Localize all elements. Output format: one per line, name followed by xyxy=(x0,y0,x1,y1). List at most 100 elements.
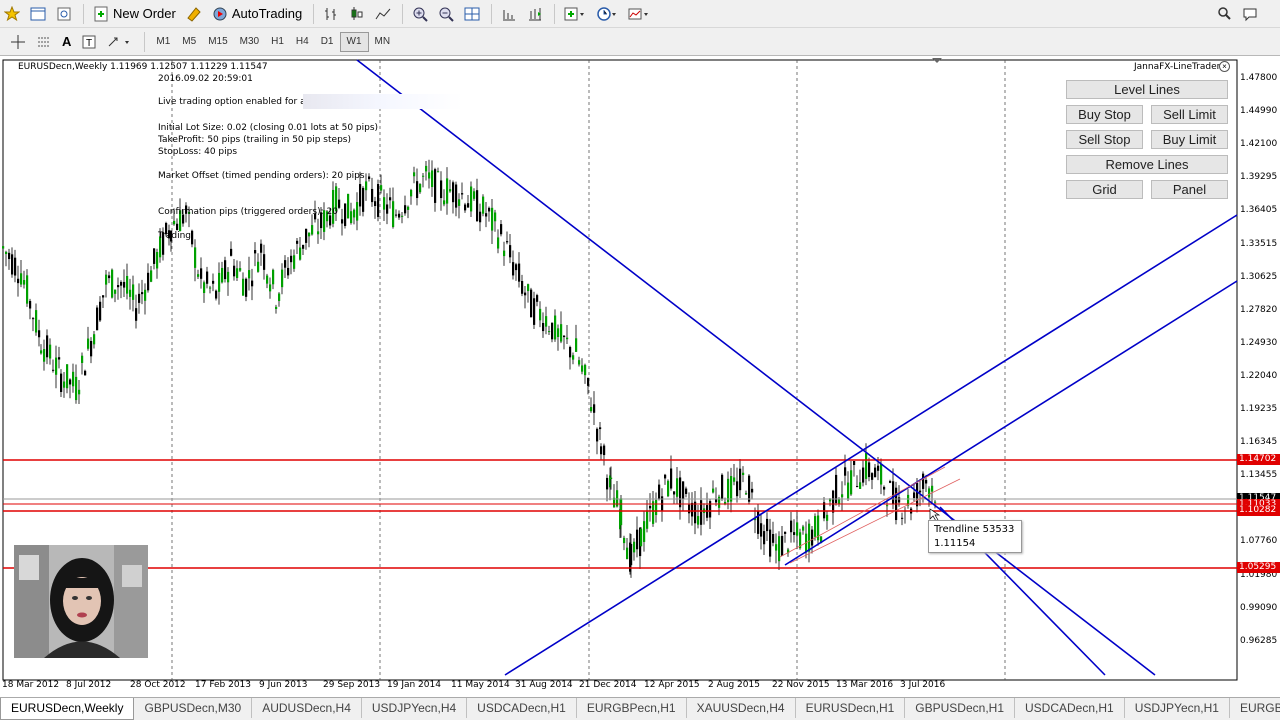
candle-body xyxy=(865,453,868,479)
candle-body xyxy=(434,169,437,203)
chart-symbol-info: EURUSDecn,Weekly 1.11969 1.12507 1.11229… xyxy=(18,62,268,72)
autoscroll-icon[interactable] xyxy=(523,2,547,26)
new-chart-icon[interactable] xyxy=(26,2,50,26)
chart-tab[interactable]: USDJPYecn,H1 xyxy=(1125,698,1230,718)
timeframe-list: M1 M5 M15 M30 H1 H4 D1 W1 MN xyxy=(150,31,397,52)
price-chart[interactable]: EURUSDecn,Weekly 1.11969 1.12507 1.11229… xyxy=(0,57,1280,697)
trendline-tooltip: Trendline 53533 1.11154 xyxy=(928,520,1022,553)
candle-body xyxy=(623,537,626,544)
candle-body xyxy=(353,209,356,218)
candle-body xyxy=(826,514,829,521)
zoom-in-icon[interactable] xyxy=(408,2,432,26)
indicators-icon[interactable] xyxy=(560,2,590,26)
time-tick-label: 2 Aug 2015 xyxy=(708,680,760,690)
candle-body xyxy=(49,344,52,359)
chart-tab[interactable]: EURUSDecn,H1 xyxy=(796,698,906,718)
candle-body xyxy=(757,510,760,534)
zoom-out-icon[interactable] xyxy=(434,2,458,26)
sell-limit-button[interactable]: Sell Limit xyxy=(1151,105,1228,124)
candle-body xyxy=(697,516,700,525)
timeframe-m1[interactable]: M1 xyxy=(150,32,176,52)
line-chart-icon[interactable] xyxy=(371,2,395,26)
candle-body xyxy=(587,377,590,386)
candle-body xyxy=(503,250,506,257)
ea-info-line: StopLoss: 40 pips xyxy=(158,147,238,157)
candle-body xyxy=(679,477,682,508)
candle-body xyxy=(497,237,500,249)
favorites-star-icon[interactable] xyxy=(0,2,24,26)
candle-body xyxy=(560,324,563,342)
candle-body xyxy=(643,521,646,542)
timeframe-h4[interactable]: H4 xyxy=(290,32,315,52)
sell-stop-button[interactable]: Sell Stop xyxy=(1066,130,1143,149)
chat-icon[interactable] xyxy=(1238,2,1262,26)
timeframe-m30[interactable]: M30 xyxy=(234,32,265,52)
buy-limit-button[interactable]: Buy Limit xyxy=(1151,130,1228,149)
candle-body xyxy=(32,318,35,320)
new-order-button[interactable]: New Order xyxy=(89,2,180,26)
candle-body xyxy=(272,269,275,285)
chart-tab[interactable]: EURGBPecn xyxy=(1230,698,1280,718)
candle-body xyxy=(224,260,227,280)
bar-chart-icon[interactable] xyxy=(319,2,343,26)
candle-body xyxy=(138,293,141,303)
grid-button[interactable]: Grid xyxy=(1066,180,1143,199)
search-icon[interactable] xyxy=(1212,2,1236,26)
grid-lines-icon[interactable] xyxy=(32,30,56,54)
timeframe-m15[interactable]: M15 xyxy=(202,32,233,52)
tile-windows-icon[interactable] xyxy=(460,2,484,26)
candle-body xyxy=(934,501,937,503)
candle-body xyxy=(156,252,159,269)
candle-body xyxy=(350,211,353,224)
candle-body xyxy=(392,201,395,228)
candle-body xyxy=(530,289,533,318)
buy-stop-button[interactable]: Buy Stop xyxy=(1066,105,1143,124)
chart-tab[interactable]: EURUSDecn,Weekly xyxy=(0,698,135,720)
crosshair-icon[interactable] xyxy=(6,30,30,54)
candle-body xyxy=(593,404,596,413)
timeframe-m5[interactable]: M5 xyxy=(176,32,202,52)
candle-body xyxy=(218,272,221,292)
toolbar-separator xyxy=(313,3,315,24)
close-icon[interactable]: × xyxy=(1219,61,1230,72)
chart-tab[interactable]: EURGBPecn,H1 xyxy=(577,698,687,718)
arrows-icon[interactable] xyxy=(103,30,137,54)
candlestick-chart-icon[interactable] xyxy=(345,2,369,26)
chart-tab[interactable]: USDJPYecn,H4 xyxy=(362,698,468,718)
price-tick-label: 1.44990 xyxy=(1240,106,1278,117)
chart-tab[interactable]: GBPUSDecn,M30 xyxy=(134,698,253,718)
profiles-icon[interactable] xyxy=(52,2,76,26)
chart-tab[interactable]: XAUUSDecn,H4 xyxy=(687,698,796,718)
chart-tab[interactable]: USDCADecn,H1 xyxy=(1015,698,1125,718)
text-label-icon[interactable]: T xyxy=(77,30,101,54)
panel-button[interactable]: Panel xyxy=(1151,180,1228,199)
timeframe-mn[interactable]: MN xyxy=(369,32,397,52)
candle-body xyxy=(633,541,636,553)
chart-tab[interactable]: AUDUSDecn,H4 xyxy=(252,698,362,718)
text-icon[interactable]: A xyxy=(58,30,75,54)
periods-icon[interactable] xyxy=(592,2,622,26)
metaeditor-icon[interactable] xyxy=(182,2,206,26)
level-lines-button[interactable]: Level Lines xyxy=(1066,80,1228,99)
candle-body xyxy=(874,467,877,478)
candle-body xyxy=(428,172,431,179)
candle-body xyxy=(880,463,883,485)
autotrading-label: AutoTrading xyxy=(231,6,303,21)
candle-body xyxy=(584,364,587,376)
price-tick-label: 1.36405 xyxy=(1240,205,1278,216)
chart-shift-icon[interactable] xyxy=(497,2,521,26)
candle-body xyxy=(533,298,536,325)
ea-info-line: Live trading option enabled for a/c xyxy=(158,97,314,107)
candle-body xyxy=(847,482,850,499)
candle-body xyxy=(581,365,584,372)
timeframe-d1[interactable]: D1 xyxy=(315,32,340,52)
candle-body xyxy=(11,254,14,275)
timeframe-w1[interactable]: W1 xyxy=(339,31,369,52)
candle-body xyxy=(925,479,928,484)
chart-tab[interactable]: GBPUSDecn,H1 xyxy=(905,698,1015,718)
autotrading-button[interactable]: AutoTrading xyxy=(208,2,306,26)
chart-tab[interactable]: USDCADecn,H1 xyxy=(467,698,577,718)
templates-icon[interactable] xyxy=(624,2,654,26)
timeframe-h1[interactable]: H1 xyxy=(265,32,290,52)
remove-lines-button[interactable]: Remove Lines xyxy=(1066,155,1228,174)
